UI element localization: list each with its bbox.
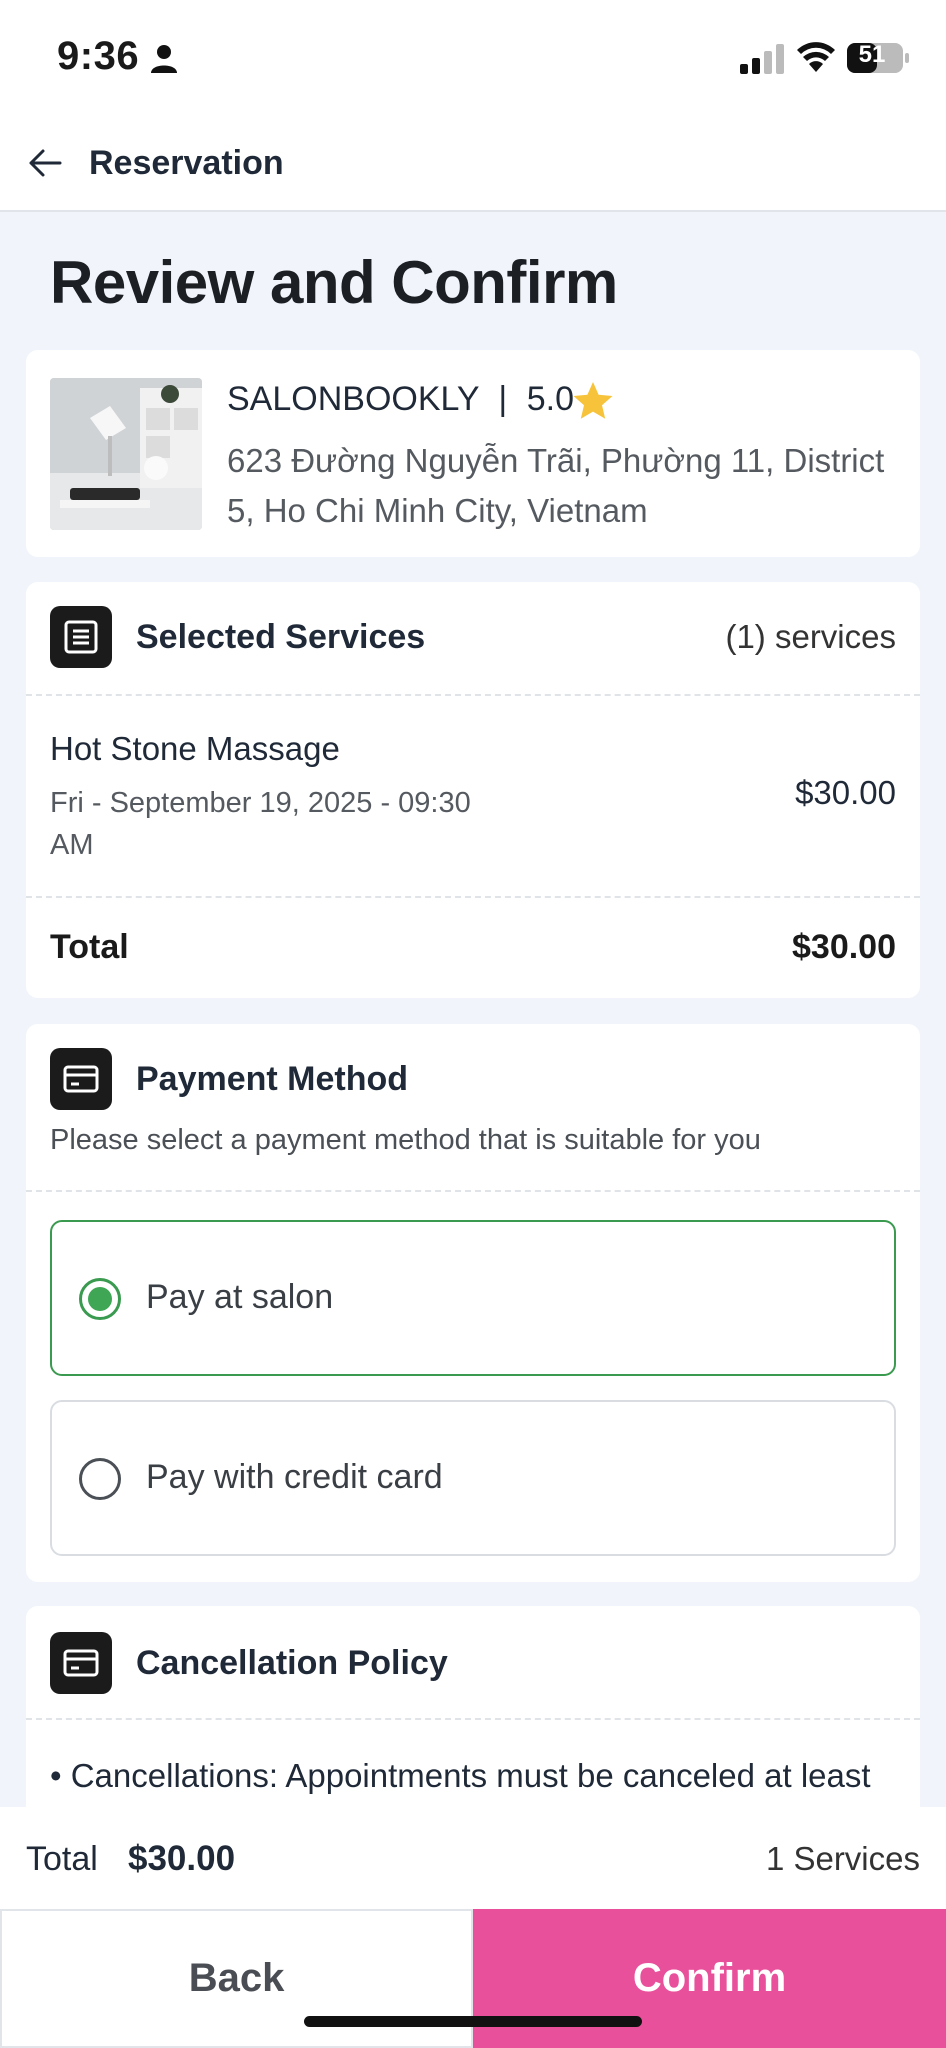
salon-card[interactable]: SALONBOOKLY | 5.0 623 Đường Nguyễn Trãi,… [26,350,920,557]
radio-checked[interactable] [79,1278,121,1320]
salon-address: 623 Đường Nguyễn Trãi, Phường 11, Distri… [227,442,885,529]
card-icon [50,1048,112,1110]
footer-services-count: 1 Services [765,1840,920,1877]
divider [26,694,920,696]
header-title: Reservation [89,144,284,182]
pay-option-label: Pay at salon [146,1278,334,1316]
star-icon [573,382,613,419]
pay-with-credit-card-option[interactable]: Pay with credit card [50,1400,896,1556]
reservation-review-screen: 9:36 51 Reservation Review and Confirm S… [0,0,946,2048]
divider [26,1190,920,1192]
divider [26,896,920,898]
service-price: $30.00 [795,774,896,811]
salon-name-line: SALONBOOKLY | 5.0 [227,380,574,419]
footer-total-label: Total [26,1840,98,1878]
payment-section-title: Payment Method [136,1060,409,1098]
services-section-title: Selected Services [136,618,426,656]
cancellation-section-title: Cancellation Policy [136,1644,448,1682]
services-count: (1) services [725,618,896,655]
home-indicator[interactable] [304,2016,642,2027]
confirm-button[interactable]: Confirm [473,1909,946,2048]
salon-thumbnail [50,378,202,530]
salon-separator: | [498,380,508,418]
payment-subtitle: Please select a payment method that is s… [50,1124,761,1156]
footer-total-value: $30.00 [128,1839,236,1878]
booking-footer: Total $30.00 1 Services Back Confirm [0,1807,946,2048]
salon-rating: 5.0 [526,380,574,418]
wifi-icon [797,42,835,72]
back-button[interactable]: Back [0,1909,473,2048]
battery-level: 51 [858,41,886,68]
app-header: Reservation [0,120,946,212]
salon-name: SALONBOOKLY [227,380,479,418]
selected-services-card: Selected Services (1) services Hot Stone… [26,582,920,998]
divider [26,1718,920,1720]
list-icon [50,606,112,668]
card-icon [50,1632,112,1694]
pay-at-salon-option[interactable]: Pay at salon [50,1220,896,1376]
radio-unchecked[interactable] [79,1458,121,1500]
back-arrow-icon[interactable] [28,146,62,180]
signal-icon [740,44,784,74]
services-total-value: $30.00 [792,928,896,966]
cancellation-text: • Cancellations: Appointments must be ca… [50,1757,871,1794]
status-time: 9:36 [57,34,140,78]
cancellation-policy-card: Cancellation Policy • Cancellations: App… [26,1606,920,1826]
status-bar: 9:36 51 [0,0,946,120]
page-title: Review and Confirm [50,249,618,316]
service-datetime: Fri - September 19, 2025 - 09:30 AM [50,787,471,861]
person-icon [151,45,177,73]
payment-method-card: Payment Method Please select a payment m… [26,1024,920,1582]
pay-option-label: Pay with credit card [146,1458,443,1496]
services-total-label: Total [50,928,129,966]
service-name: Hot Stone Massage [50,730,340,767]
